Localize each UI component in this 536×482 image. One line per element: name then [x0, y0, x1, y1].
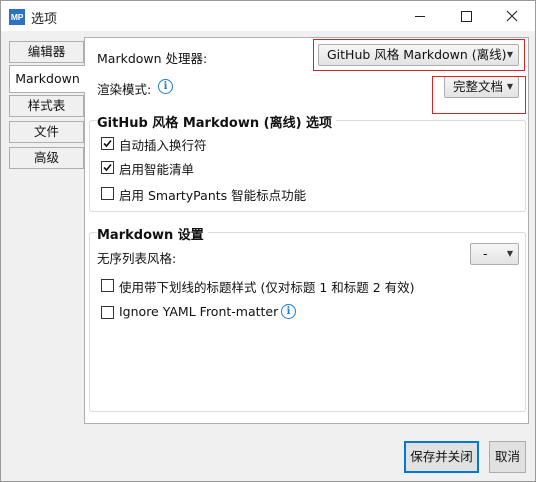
options-dialog: MP 选项 编辑器 Markdown 样式表 文件 高级 Markdown 处理…: [0, 0, 536, 482]
checkmark-icon: [103, 139, 112, 148]
checkmark-icon: [103, 163, 112, 172]
chevron-down-icon: ▼: [506, 249, 513, 258]
option-underline-headings-label[interactable]: 使用带下划线的标题样式 (仅对标题 1 和标题 2 有效): [119, 277, 415, 296]
checkbox-ignore-yaml[interactable]: [101, 306, 114, 319]
render-mode-label: 渲染模式:: [97, 82, 152, 97]
option-smartypants-label[interactable]: 启用 SmartyPants 智能标点功能: [119, 185, 306, 204]
app-icon: MP: [9, 9, 25, 25]
list-style-select[interactable]: - ▼: [470, 243, 519, 265]
checkbox-smart-list[interactable]: [101, 161, 114, 174]
checkbox-underline-headings[interactable]: [101, 279, 114, 292]
window-title: 选项: [31, 12, 58, 27]
markdown-group-title: Markdown 设置: [97, 224, 208, 243]
tab-editor[interactable]: 编辑器: [9, 41, 84, 63]
close-icon: [506, 10, 518, 22]
tab-stylesheet[interactable]: 样式表: [9, 95, 84, 117]
maximize-button[interactable]: [443, 1, 489, 31]
tab-files[interactable]: 文件: [9, 121, 84, 143]
tab-markdown[interactable]: Markdown: [9, 65, 85, 93]
title-bar: MP 选项: [1, 1, 535, 31]
checkbox-smartypants[interactable]: [101, 187, 114, 200]
info-icon[interactable]: i: [281, 304, 296, 319]
close-button[interactable]: [489, 1, 535, 31]
option-ignore-yaml-label[interactable]: Ignore YAML Front-matter: [119, 304, 278, 319]
cancel-button[interactable]: 取消: [489, 441, 526, 473]
markdown-panel: Markdown 处理器: GitHub 风格 Markdown (离线) ▼ …: [84, 37, 529, 424]
info-icon[interactable]: i: [158, 79, 173, 94]
save-and-close-button[interactable]: 保存并关闭: [404, 441, 479, 473]
highlight-box-processor: [313, 39, 525, 71]
list-style-label: 无序列表风格:: [97, 251, 177, 266]
highlight-box-render-mode: [432, 76, 526, 114]
list-style-value: -: [483, 246, 488, 261]
tab-advanced[interactable]: 高级: [9, 147, 84, 169]
processor-label: Markdown 处理器:: [97, 51, 208, 66]
checkbox-auto-linebreak[interactable]: [101, 137, 114, 150]
option-auto-linebreak-label[interactable]: 自动插入换行符: [119, 135, 207, 154]
option-smart-list-label[interactable]: 启用智能清单: [119, 159, 194, 178]
github-group-title: GitHub 风格 Markdown (离线) 选项: [97, 112, 337, 131]
minimize-button[interactable]: [397, 1, 443, 31]
